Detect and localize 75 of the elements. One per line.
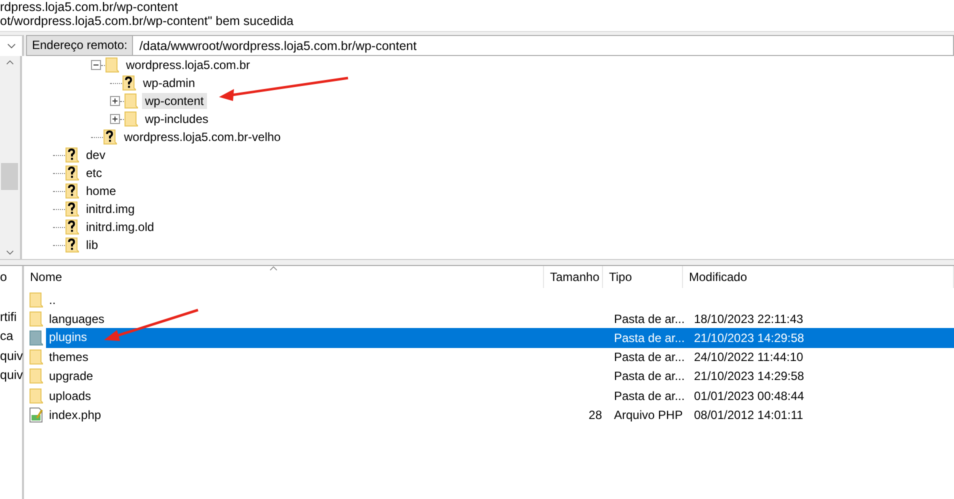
file-type: Pasta de ar... [614, 312, 685, 326]
question-folder-icon [65, 201, 79, 217]
scroll-down-icon[interactable] [6, 250, 14, 255]
modified-date: 21/10/2023 14:29:58 [694, 330, 804, 345]
document-icon [29, 406, 43, 423]
folder-icon [105, 57, 119, 73]
file-name: languages [48, 312, 104, 326]
local-file-name[interactable]: rtifi [0, 308, 22, 327]
file-row[interactable]: .. [45, 290, 954, 310]
file-row[interactable]: uploads Pasta de ar... 01/01/2023 00:48:44 [45, 386, 954, 406]
tree-item[interactable]: initrd.img.old [83, 219, 158, 235]
file-type: Arquivo PHP [614, 408, 683, 422]
tree-item[interactable]: wordpress.loja5.com.br-velho [121, 129, 284, 145]
tree-item[interactable]: wordpress.loja5.com.br [123, 57, 254, 73]
local-file-name[interactable]: quiv [0, 366, 22, 386]
folder-icon [29, 388, 43, 404]
tree-item[interactable]: lib [83, 237, 102, 253]
file-row[interactable]: languages Pasta de ar... 18/10/2023 22:11:43 [45, 309, 954, 328]
file-type: Pasta de ar... [614, 388, 685, 403]
column-header[interactable]: Nome [24, 266, 544, 288]
file-type: Pasta de ar... [614, 350, 685, 364]
question-folder-icon [65, 219, 79, 235]
folder-icon [29, 330, 43, 346]
file-name: uploads [48, 388, 92, 403]
file-name: index.php [48, 408, 102, 422]
local-file-name[interactable]: quiv [0, 346, 22, 366]
folder-icon [29, 349, 43, 366]
question-folder-icon [65, 147, 79, 163]
modified-date: 18/10/2023 22:11:43 [694, 312, 804, 326]
question-folder-icon [122, 75, 136, 91]
file-row[interactable]: upgrade Pasta de ar... 21/10/2023 14:29:58 [45, 366, 954, 386]
question-folder-icon [65, 165, 79, 181]
file-name: themes [48, 350, 88, 364]
file-type: Pasta de ar... [614, 369, 685, 384]
folder-icon [124, 93, 138, 109]
scroll-up-icon[interactable] [6, 60, 14, 65]
file-size: 28 [588, 408, 602, 422]
file-name: upgrade [48, 369, 94, 384]
folder-icon [29, 310, 43, 327]
question-folder-icon [65, 237, 79, 253]
folder-icon [29, 368, 43, 384]
file-type: Pasta de ar... [614, 330, 685, 345]
file-name: plugins [46, 328, 549, 348]
local-file-name[interactable]: ca [0, 327, 22, 346]
question-folder-icon [65, 183, 79, 199]
tree-item[interactable]: etc [83, 165, 106, 181]
tree-item[interactable]: home [83, 183, 120, 199]
modified-date: 24/10/2022 11:44:10 [694, 350, 804, 364]
scrollbar[interactable] [0, 56, 22, 259]
file-name: .. [48, 292, 56, 307]
column-header[interactable]: Tipo [603, 266, 683, 288]
folder-icon [29, 292, 43, 308]
expand-icon[interactable] [110, 114, 120, 124]
local-file-name[interactable]: o [0, 268, 22, 288]
file-row[interactable]: themes Pasta de ar... 24/10/2022 11:44:10 [45, 348, 954, 367]
sort-up-icon [268, 266, 278, 271]
tree-item[interactable]: initrd.img [83, 201, 138, 217]
tree-item[interactable]: wp-admin [140, 75, 198, 91]
tree-item[interactable]: dev [83, 147, 108, 163]
chevron-down-icon[interactable] [6, 43, 16, 49]
expand-icon[interactable] [110, 96, 120, 106]
question-folder-icon [103, 129, 117, 145]
tree-item[interactable]: wp-content [142, 93, 207, 109]
scrollbar-thumb[interactable] [1, 163, 18, 190]
tree-item[interactable]: wp-includes [142, 111, 212, 127]
modified-date: 21/10/2023 14:29:58 [694, 369, 804, 384]
modified-date: 01/01/2023 00:48:44 [694, 388, 804, 403]
file-row[interactable]: index.php 28 Arquivo PHP 08/01/2012 14:01:11 [45, 405, 954, 424]
column-header[interactable]: Tamanho [544, 266, 603, 288]
modified-date: 08/01/2012 14:01:11 [694, 408, 804, 422]
log-line: ot/wordpress.loja5.com.br/wp-content" bem sucedida [0, 14, 294, 28]
log-line: rdpress.loja5.com.br/wp-content [0, 0, 179, 14]
collapse-icon[interactable] [91, 60, 101, 70]
column-header[interactable]: Modificado [683, 266, 954, 288]
folder-icon [124, 111, 138, 127]
